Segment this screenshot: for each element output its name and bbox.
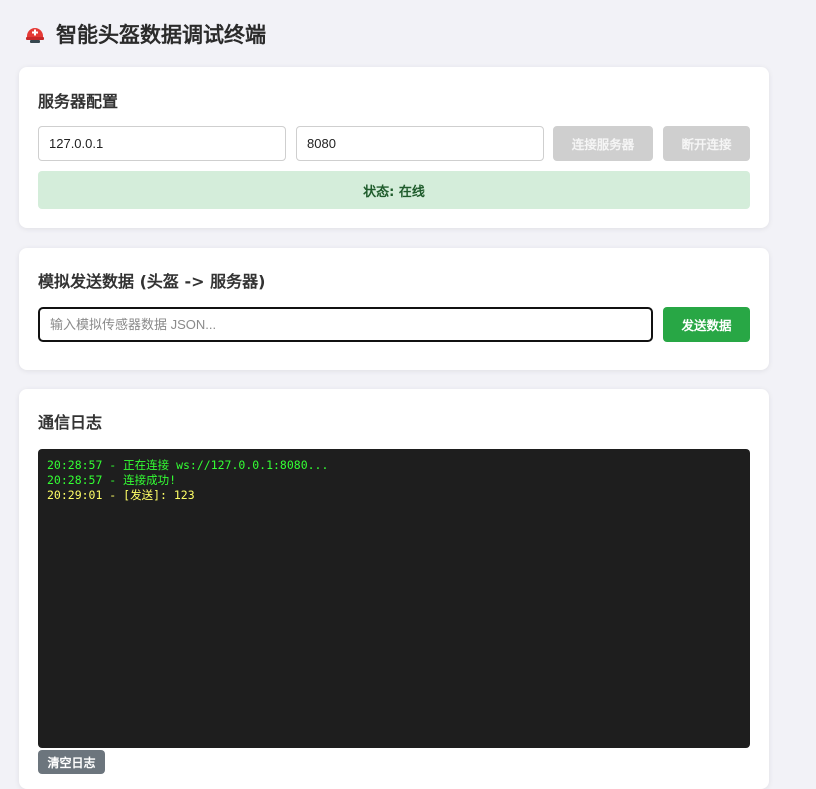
disconnect-button[interactable]: 断开连接 (663, 126, 750, 161)
send-data-button[interactable]: 发送数据 (663, 307, 750, 342)
connect-server-button[interactable]: 连接服务器 (553, 126, 653, 161)
connection-status-badge: 状态: 在线 (38, 171, 750, 209)
log-line: 20:28:57 - 正在连接 ws://127.0.0.1:8080... (47, 458, 329, 472)
log-line: 20:29:01 - [发送]: 123 (47, 488, 195, 502)
server-ip-input[interactable] (38, 126, 286, 161)
send-data-heading: 模拟发送数据 (头盔 -> 服务器) (38, 272, 266, 291)
send-data-card: 模拟发送数据 (头盔 -> 服务器) 发送数据 (19, 248, 769, 370)
clear-log-button[interactable]: 清空日志 (38, 750, 105, 774)
server-config-heading: 服务器配置 (38, 92, 119, 111)
log-card: 通信日志 20:28:57 - 正在连接 ws://127.0.0.1:8080… (19, 389, 769, 789)
helmet-icon (24, 23, 46, 45)
server-port-input[interactable] (296, 126, 544, 161)
log-line: 20:28:57 - 连接成功! (47, 473, 177, 487)
log-console[interactable]: 20:28:57 - 正在连接 ws://127.0.0.1:8080... 2… (38, 449, 750, 748)
log-heading: 通信日志 (38, 413, 103, 432)
server-config-card: 服务器配置 连接服务器 断开连接 状态: 在线 (19, 67, 769, 228)
page-title: 智能头盔数据调试终端 (56, 23, 266, 47)
sensor-json-input[interactable] (38, 307, 653, 342)
connection-status-text: 状态: 在线 (363, 184, 425, 200)
page-header: 智能头盔数据调试终端 (24, 18, 266, 50)
